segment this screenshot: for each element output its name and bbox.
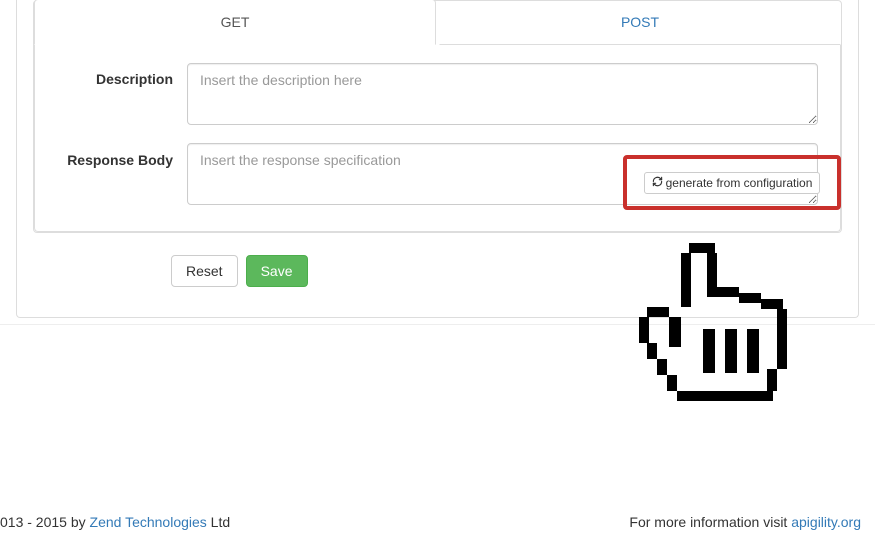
tab-get[interactable]: GET [34, 0, 436, 45]
footer-right-prefix: For more information visit [629, 514, 791, 530]
form-area: Description Response Body [34, 45, 841, 232]
footer-link-apigility[interactable]: apigility.org [791, 514, 861, 530]
footer-link-zend[interactable]: Zend Technologies [90, 514, 207, 530]
button-row: Reset Save [171, 255, 858, 287]
tab-post[interactable]: POST [439, 0, 841, 45]
footer-left-prefix: 013 - 2015 by [0, 514, 90, 530]
footer: 013 - 2015 by Zend Technologies Ltd For … [0, 514, 861, 530]
form-group-description: Description [57, 63, 818, 125]
generate-from-configuration-button[interactable]: generate from configuration [644, 172, 821, 194]
outer-panel: GET POST Description Response Body [16, 0, 859, 318]
tabs: GET POST [34, 0, 841, 46]
save-button[interactable]: Save [246, 255, 308, 287]
refresh-icon [652, 176, 663, 190]
separator [0, 324, 875, 325]
response-body-label: Response Body [57, 143, 187, 170]
description-label: Description [57, 63, 187, 87]
inner-panel: GET POST Description Response Body [33, 0, 842, 233]
reset-button[interactable]: Reset [171, 255, 238, 287]
footer-right: For more information visit apigility.org [629, 514, 861, 530]
footer-left-suffix: Ltd [207, 514, 230, 530]
footer-left: 013 - 2015 by Zend Technologies Ltd [0, 514, 230, 530]
description-input[interactable] [187, 63, 818, 125]
generate-button-label: generate from configuration [666, 176, 813, 190]
